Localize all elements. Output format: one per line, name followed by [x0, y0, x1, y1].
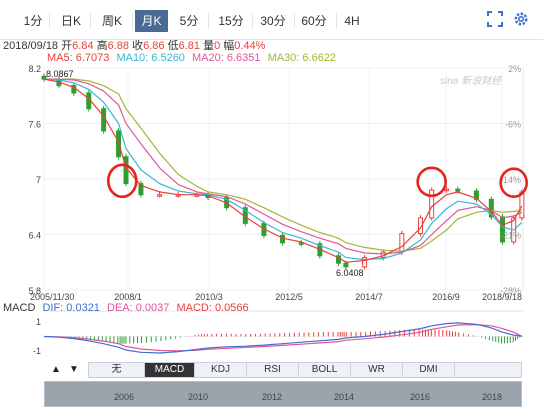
- indicator-tab-rsi[interactable]: RSI: [247, 363, 299, 377]
- macd-panel: 1 -1: [33, 310, 523, 356]
- macd-dea: DEA: 0.0037: [107, 302, 170, 314]
- x-tick-label: 2012/5: [275, 292, 303, 302]
- candle-body: [343, 262, 349, 268]
- x-tick-label: 2008/1: [114, 292, 142, 302]
- dif-line: [43, 322, 522, 354]
- y-tick-label: 7: [36, 175, 41, 185]
- x-tick-label: 2010/3: [195, 292, 223, 302]
- indicator-tab-boll[interactable]: BOLL: [299, 363, 351, 377]
- circle-2008: [106, 163, 138, 199]
- scroller-year: 2006: [114, 392, 135, 402]
- candle-body: [429, 189, 435, 219]
- scroller-year: 2014: [334, 392, 355, 402]
- arrow-down-icon[interactable]: ▼: [68, 363, 80, 377]
- macd-legend: MACD DIF: 0.0321 DEA: 0.0037 MACD: 0.056…: [3, 302, 253, 314]
- macd-title: MACD: [3, 302, 36, 314]
- arrow-up-icon[interactable]: ▲: [50, 363, 62, 377]
- ma30-line: [44, 78, 522, 252]
- x-tick-label: 2016/9: [432, 292, 460, 302]
- x-tick-label: 2018/9/18: [482, 292, 522, 302]
- y-tick-label: 6.4: [28, 231, 41, 241]
- scroller-year: 2018: [482, 392, 503, 402]
- y-tick-label: 8.2: [28, 64, 41, 74]
- axis-labels: 8.2 2%7.6 -6%7 -14%6.4 -21%5.8 -28%2005/11/30…: [28, 64, 522, 302]
- y-right-tick-label: 2%: [508, 64, 521, 74]
- ma10-line: [43, 78, 523, 261]
- scroller-year: 2010: [188, 392, 209, 402]
- macd-dif: DIF: 0.0321: [42, 302, 100, 314]
- indicator-tab-macd[interactable]: MACD: [145, 363, 195, 377]
- scroller-year: 2016: [410, 392, 431, 402]
- candles: [41, 73, 525, 270]
- scroller-year: 2012: [262, 392, 283, 402]
- highlight-circles: [106, 163, 528, 199]
- x-tick-label: 2005/11/30: [30, 292, 74, 302]
- indicator-tabs: 无 MACD KDJ RSI BOLL WR DMI: [88, 362, 522, 378]
- candle-body: [399, 233, 405, 253]
- x-tick-label: 2014/7: [355, 292, 383, 302]
- candle-body: [444, 188, 450, 192]
- y-tick-label: 7.6: [28, 120, 41, 130]
- candle-body: [455, 188, 461, 192]
- candle-body: [280, 234, 286, 244]
- indicator-tab-kdj[interactable]: KDJ: [195, 363, 247, 377]
- macd-tick-label: -1: [33, 346, 41, 356]
- macd-tick-label: 1: [36, 317, 41, 327]
- chart-grid: [43, 67, 524, 291]
- y-right-tick-label: -6%: [505, 120, 521, 130]
- indicator-tab-none[interactable]: 无: [89, 363, 145, 377]
- min-price-label: 6.0408: [336, 268, 364, 278]
- watermark: sina 新浪财经: [440, 75, 502, 87]
- y-right-tick-label: -21%: [500, 231, 521, 241]
- candle-body: [101, 108, 107, 132]
- max-price-label: 8.0867: [46, 69, 74, 79]
- indicator-tab-wr[interactable]: WR: [351, 363, 403, 377]
- macd-value: MACD: 0.0566: [176, 302, 249, 314]
- candle-body: [157, 194, 163, 197]
- indicator-tab-dmi[interactable]: DMI: [403, 363, 455, 377]
